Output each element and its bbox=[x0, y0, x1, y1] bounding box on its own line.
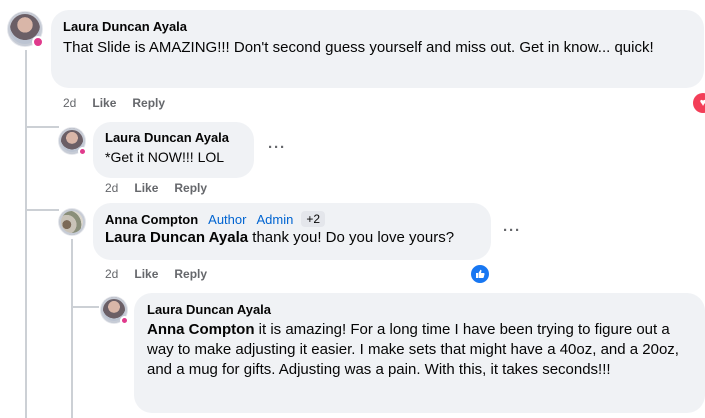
like-button[interactable]: Like bbox=[134, 267, 158, 281]
like-button[interactable]: Like bbox=[92, 96, 116, 110]
thread-line-branch bbox=[25, 209, 59, 211]
comment-bubble: Laura Duncan Ayala That Slide is AMAZING… bbox=[51, 10, 704, 88]
comment-time[interactable]: 2d bbox=[105, 267, 118, 281]
thread-line bbox=[71, 239, 73, 418]
comment-bubble: Laura Duncan Ayala *Get it NOW!!! LOL bbox=[93, 122, 254, 178]
comment-author[interactable]: Laura Duncan Ayala bbox=[105, 130, 242, 145]
comment-text: Anna Compton it is amazing! For a long t… bbox=[147, 321, 679, 378]
comment-bubble: Laura Duncan Ayala Anna Compton it is am… bbox=[134, 293, 705, 413]
more-badges[interactable]: +2 bbox=[301, 211, 326, 227]
reply-button[interactable]: Reply bbox=[174, 181, 207, 195]
thread-line-branch bbox=[25, 126, 59, 128]
comment-actions: 2d Like Reply bbox=[63, 96, 165, 110]
comment-time[interactable]: 2d bbox=[63, 96, 76, 110]
admin-badge: Admin bbox=[256, 211, 294, 227]
comment-time[interactable]: 2d bbox=[105, 181, 118, 195]
comment-author[interactable]: Anna Compton bbox=[105, 212, 198, 227]
mention-link[interactable]: Anna Compton bbox=[147, 321, 254, 338]
author-badge: Author bbox=[208, 211, 247, 227]
heart-icon[interactable]: ♥ bbox=[693, 93, 705, 113]
reply-button[interactable]: Reply bbox=[174, 267, 207, 281]
avatar[interactable] bbox=[8, 12, 44, 48]
more-options-icon[interactable]: ··· bbox=[503, 222, 521, 239]
comment-bubble: Anna Compton Author Admin +2 Laura Dunca… bbox=[93, 203, 491, 260]
comment-actions: 2d Like Reply bbox=[105, 181, 207, 195]
like-button[interactable]: Like bbox=[134, 181, 158, 195]
avatar[interactable] bbox=[59, 209, 85, 235]
comment-text: *Get it NOW!!! LOL bbox=[105, 149, 225, 165]
comment-text: That Slide is AMAZING!!! Don't second gu… bbox=[63, 39, 654, 56]
comment-author[interactable]: Laura Duncan Ayala bbox=[63, 19, 692, 34]
like-icon[interactable] bbox=[469, 263, 491, 285]
avatar[interactable] bbox=[101, 297, 129, 325]
comment-actions: 2d Like Reply bbox=[105, 267, 207, 281]
avatar[interactable] bbox=[59, 128, 87, 156]
thread-line-branch bbox=[71, 306, 99, 308]
reply-button[interactable]: Reply bbox=[132, 96, 165, 110]
comment-text: Laura Duncan Ayala thank you! Do you lov… bbox=[105, 229, 455, 246]
comment-author[interactable]: Laura Duncan Ayala bbox=[147, 302, 692, 317]
thread-line bbox=[25, 50, 27, 418]
more-options-icon[interactable]: ··· bbox=[268, 139, 286, 156]
mention-link[interactable]: Laura Duncan Ayala bbox=[105, 229, 248, 246]
